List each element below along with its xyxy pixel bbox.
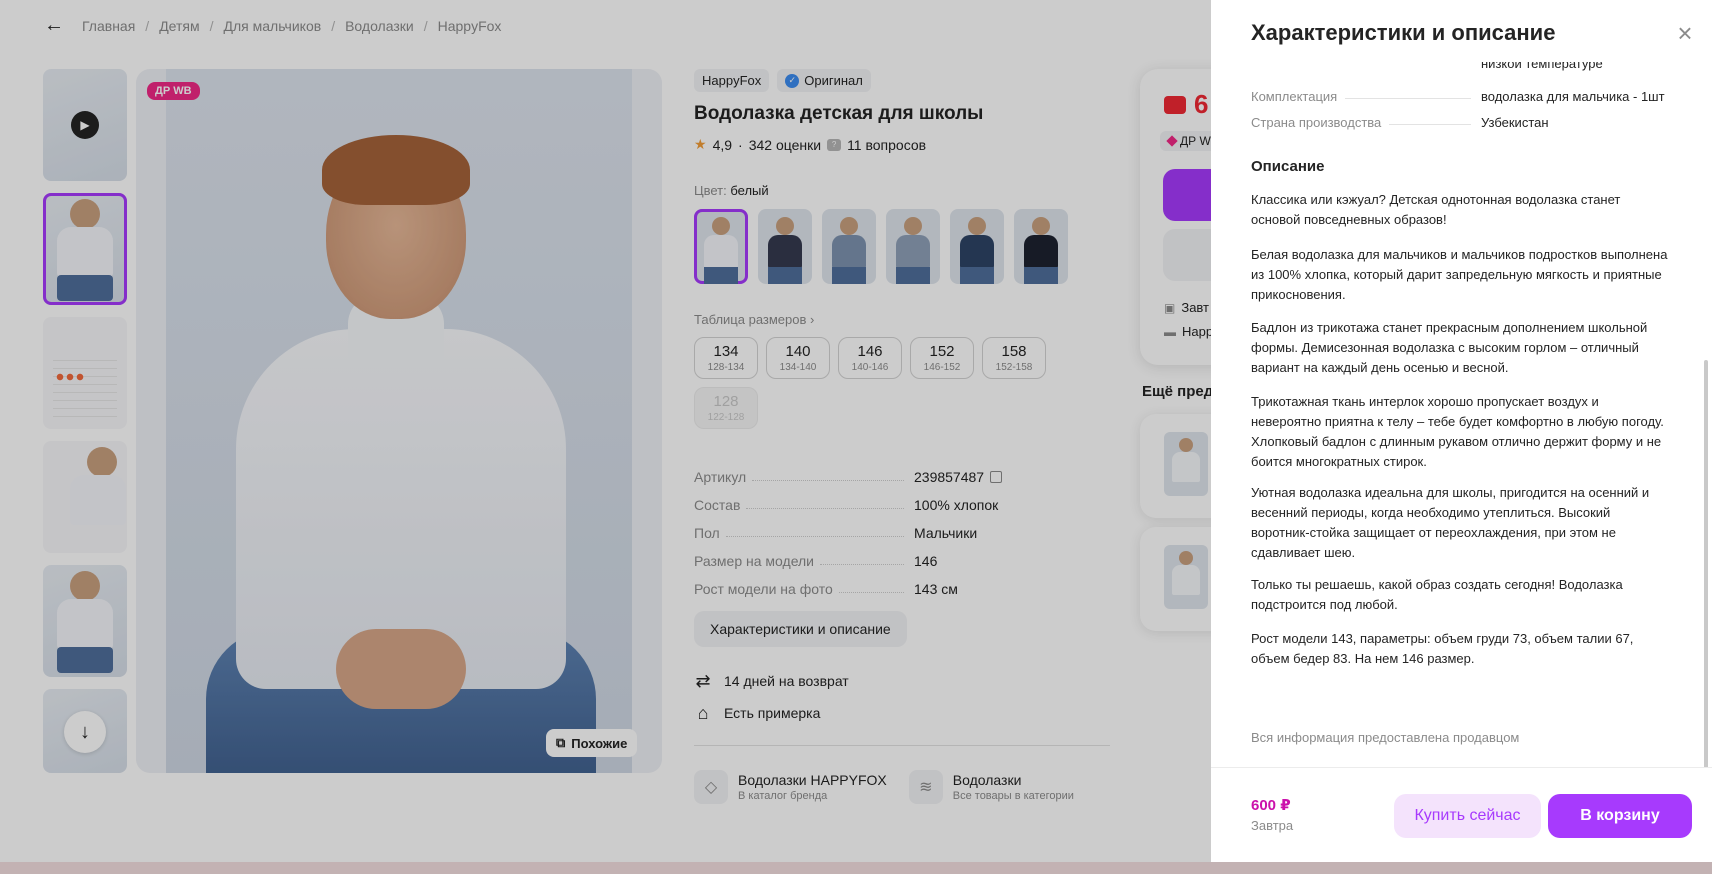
spec-row-package: Комплектация водолазка для мальчика - 1ш… bbox=[1251, 84, 1671, 104]
close-icon[interactable]: × bbox=[1673, 20, 1697, 46]
add-to-cart-button[interactable]: В корзину bbox=[1548, 794, 1692, 838]
drawer-scrollbar[interactable] bbox=[1704, 360, 1708, 770]
spec-value: Узбекистан bbox=[1481, 115, 1549, 130]
spec-key: Комплектация bbox=[1251, 89, 1338, 104]
drawer-purchase-bar: 600 ₽ Завтра Купить сейчас В корзину bbox=[1211, 767, 1712, 862]
description-paragraph: Классика или кэжуал? Детская однотонная … bbox=[1251, 192, 1621, 227]
buy-now-button[interactable]: Купить сейчас bbox=[1394, 794, 1541, 838]
spec-row-country: Страна производства Узбекистан bbox=[1251, 110, 1671, 130]
spec-key: Страна производства bbox=[1251, 115, 1382, 130]
seller-info-note: Вся информация предоставлена продавцом bbox=[1251, 730, 1520, 745]
description-paragraph: Бадлон из трикотажа станет прекрасным до… bbox=[1251, 320, 1648, 375]
description-paragraph: Только ты решаешь, какой образ создать с… bbox=[1251, 577, 1623, 612]
drawer-title: Характеристики и описание bbox=[1251, 20, 1556, 45]
characteristics-drawer: Характеристики и описание × низкой темпе… bbox=[1211, 0, 1712, 862]
delivery-date: Завтра bbox=[1251, 818, 1294, 833]
description-paragraph: Трикотажная ткань интерлок хорошо пропус… bbox=[1251, 394, 1664, 469]
description-paragraph: Уютная водолазка идеальна для школы, при… bbox=[1251, 485, 1650, 560]
spec-value: водолазка для мальчика - 1шт bbox=[1481, 89, 1665, 104]
drawer-scroll-area[interactable]: низкой температуре Комплектация водолазк… bbox=[1211, 62, 1712, 767]
price: 600 ₽ bbox=[1251, 797, 1291, 814]
cut-off-text: низкой температуре bbox=[1481, 62, 1603, 71]
description-title: Описание bbox=[1251, 158, 1325, 175]
description-paragraph: Белая водолазка для мальчиков и мальчико… bbox=[1251, 247, 1668, 302]
description-paragraph: Рост модели 143, параметры: объем груди … bbox=[1251, 631, 1634, 666]
